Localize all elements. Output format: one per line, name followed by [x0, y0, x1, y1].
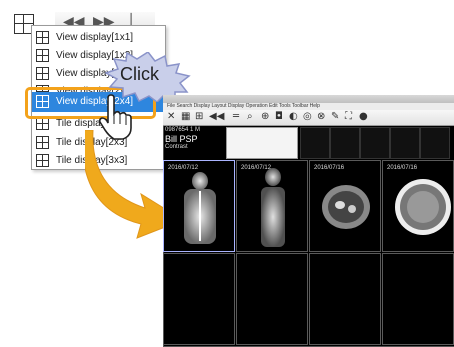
menu-item-view-1x1[interactable]: View display[1x1]	[32, 28, 165, 48]
viewport-date: 2016/07/12	[168, 165, 199, 171]
window-title-bar	[163, 95, 454, 103]
pan-icon[interactable]: ═	[233, 111, 239, 122]
contrast-icon[interactable]: ◐	[289, 111, 298, 122]
zoom-icon[interactable]: ⊕	[261, 111, 269, 122]
grid-icon	[36, 31, 49, 44]
patient-name: Bill PSP	[165, 134, 198, 144]
grid-icon	[36, 136, 49, 149]
window-menu-bar: File Search Display Layout Display Opera…	[163, 103, 454, 110]
target-icon[interactable]: ⊗	[317, 111, 325, 122]
annotate-icon[interactable]: ✎	[331, 111, 339, 122]
menu-item-label: View display[1x1]	[56, 32, 134, 43]
fullscreen-icon[interactable]: ⛶	[345, 111, 352, 122]
thumbnail[interactable]	[360, 127, 390, 159]
viewport-cell[interactable]	[382, 253, 454, 345]
window-toolbar: ✕ ▦ ⊞ ◀◀ ═ ⌕ ⊕ ◘ ◐ ◎ ⊗ ✎ ⛶ ●	[163, 110, 454, 126]
viewport-cell[interactable]: 2016/07/12	[236, 160, 308, 252]
ct-head-image	[395, 179, 451, 235]
layout-icon[interactable]: ▦	[181, 111, 190, 122]
thumbnail[interactable]	[300, 127, 330, 159]
thumbnail[interactable]	[330, 127, 360, 159]
capture-icon[interactable]: ◘	[275, 111, 283, 122]
previous-icon[interactable]: ◀◀	[209, 111, 224, 122]
help-icon[interactable]: ●	[359, 111, 368, 122]
grid-icon	[36, 49, 49, 62]
ct-slice-image	[322, 185, 370, 229]
xray-body-image	[261, 168, 285, 247]
grid-icon[interactable]: ⊞	[195, 111, 203, 122]
thumbnail[interactable]	[390, 127, 420, 159]
xray-body-image	[184, 172, 216, 244]
click-callout-text: Click	[120, 64, 159, 84]
measure-icon[interactable]: ◎	[303, 111, 312, 122]
viewport-date: 2016/07/12	[241, 165, 272, 171]
patient-tag: Contrast	[165, 144, 188, 150]
viewport-cell[interactable]: 2016/07/12	[163, 160, 235, 252]
viewport-cell[interactable]: 2016/07/16	[382, 160, 454, 252]
patient-info: 0987654 1 M Bill PSP Contrast	[165, 127, 220, 157]
grid-icon	[36, 67, 49, 80]
viewport-cell[interactable]	[163, 253, 235, 345]
image-viewport-grid: 2016/07/12 2016/07/12 2016/07/16 2016/07…	[163, 160, 454, 345]
study-list[interactable]	[226, 127, 298, 159]
viewport-cell[interactable]: 2016/07/16	[309, 160, 381, 252]
binoculars-icon[interactable]: ⌕	[247, 111, 253, 122]
close-icon[interactable]: ✕	[167, 111, 175, 122]
grid-icon	[36, 154, 49, 167]
patient-id: 0987654 1 M	[165, 127, 201, 133]
thumbnail-strip	[300, 127, 454, 159]
viewport-date: 2016/07/16	[314, 165, 345, 171]
viewport-cell[interactable]	[236, 253, 308, 345]
thumbnail[interactable]	[420, 127, 450, 159]
viewport-date: 2016/07/16	[387, 165, 418, 171]
viewport-cell[interactable]	[309, 253, 381, 345]
